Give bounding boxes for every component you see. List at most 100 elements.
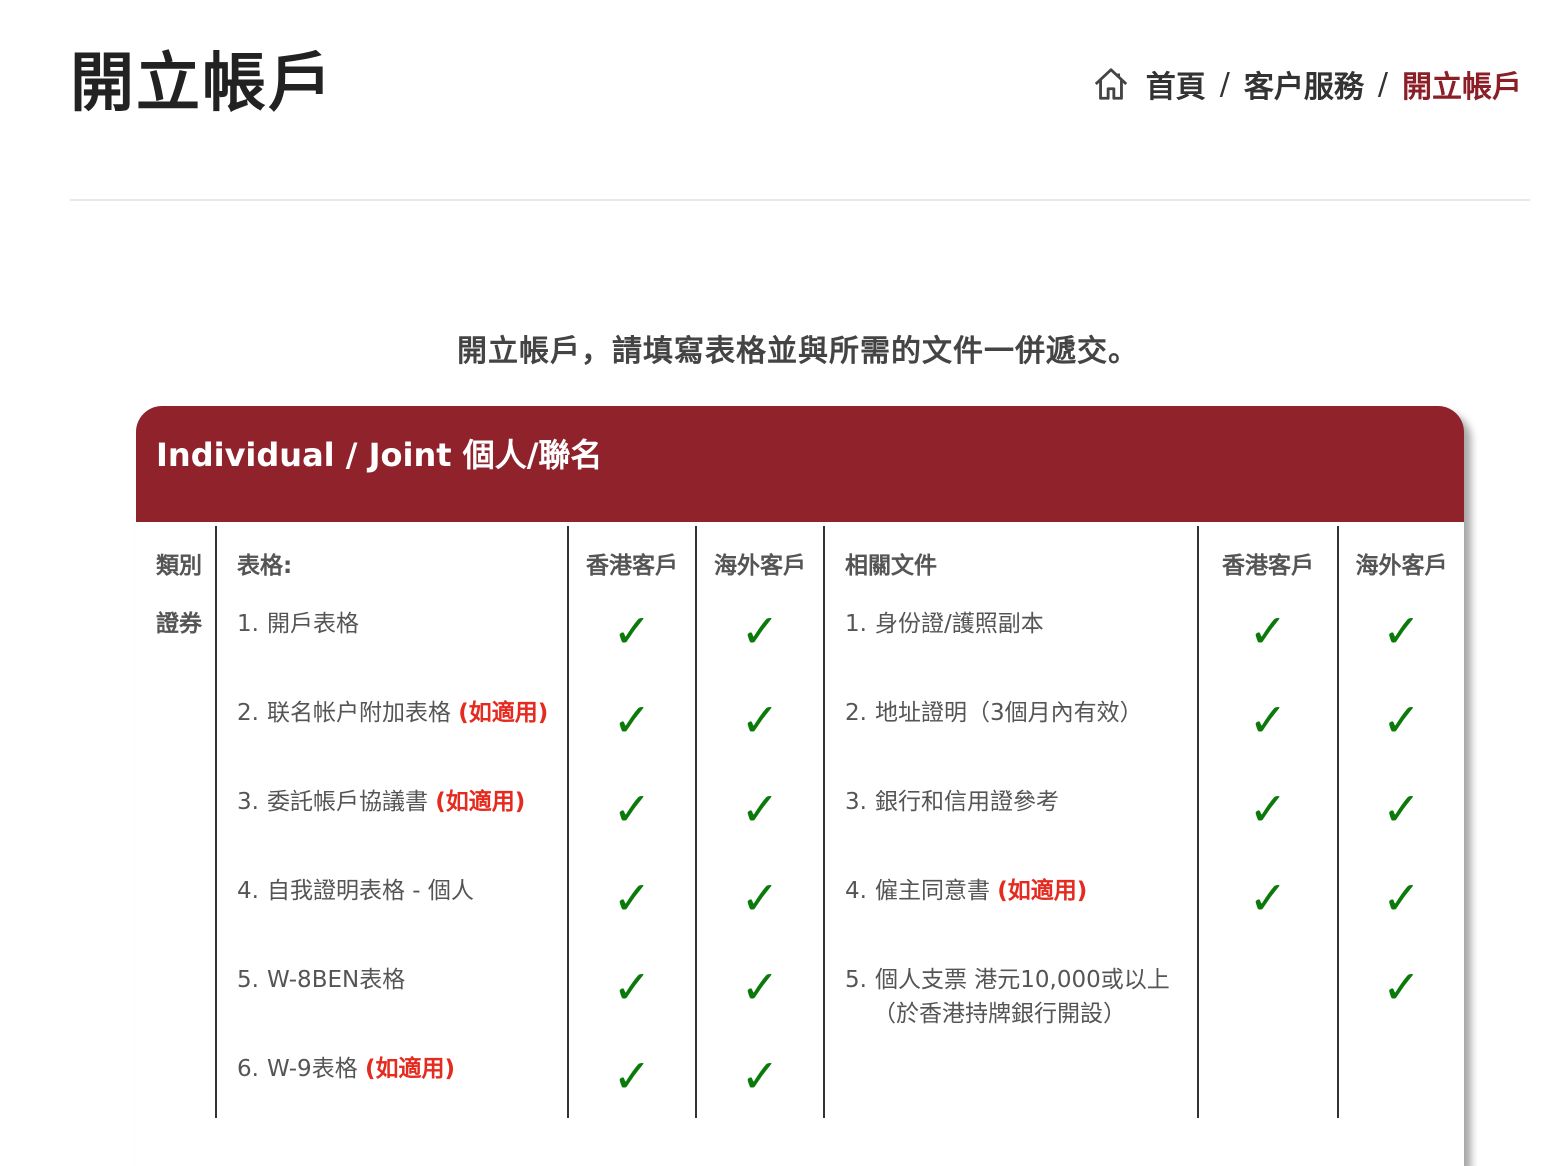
form-name: 委託帳戶協議書 [266, 789, 428, 815]
header-hk-clients-docs: 香港客戶 [1197, 526, 1338, 584]
table-row: 5. W-8BEN表格 ✓ ✓ 5. 個人支票 港元10,000或以上 （於香港持牌… [136, 940, 1464, 1029]
check-icon: ✓ [1248, 604, 1288, 658]
check-icon: ✓ [612, 871, 652, 925]
hk-doc-check-cell [1197, 940, 1338, 1029]
overseas-doc-check-cell: ✓ [1337, 584, 1464, 673]
form-name: 联名帐户附加表格 [266, 700, 451, 726]
header-category: 類別 [156, 553, 202, 579]
form-number: 1. [237, 611, 259, 637]
category-cell: 證券 [156, 611, 202, 637]
form-cell: 4. 自我證明表格 - 個人 [215, 851, 568, 940]
breadcrumb-section-link[interactable]: 客户服務 [1244, 62, 1364, 106]
breadcrumb-separator: / [1219, 66, 1230, 102]
overseas-form-check-cell: ✓ [695, 851, 824, 940]
breadcrumb-home-link[interactable]: 首頁 [1092, 62, 1206, 106]
header-forms: 表格: [215, 526, 568, 584]
header-overseas-clients-docs: 海外客戶 [1337, 526, 1464, 584]
form-number: 3. [237, 789, 259, 815]
overseas-doc-check-cell: ✓ [1337, 851, 1464, 940]
doc-number: 4. [845, 878, 867, 904]
document-cell [823, 1029, 1198, 1118]
header-documents: 相關文件 [823, 526, 1198, 584]
hk-form-check-cell: ✓ [567, 851, 696, 940]
form-number: 4. [237, 878, 259, 904]
check-icon: ✓ [740, 693, 780, 747]
check-icon: ✓ [1382, 871, 1421, 925]
doc-number: 1. [845, 611, 867, 637]
hk-form-check-cell: ✓ [567, 673, 696, 762]
category-cell [136, 673, 216, 762]
header-hk-clients: 香港客戶 [567, 526, 696, 584]
home-icon [1092, 65, 1130, 103]
header-overseas-clients: 海外客戶 [695, 526, 824, 584]
form-name: W-8BEN表格 [266, 967, 406, 993]
check-icon: ✓ [612, 693, 652, 747]
document-cell: 3. 銀行和信用證參考 [823, 762, 1198, 851]
document-cell: 1. 身份證/護照副本 [823, 584, 1198, 673]
doc-name: 身份證/護照副本 [874, 611, 1044, 637]
table-row: 2. 联名帐户附加表格 (如適用) ✓ ✓ 2. 地址證明（3個月內有效） ✓ ✓ [136, 673, 1464, 762]
check-icon: ✓ [1382, 604, 1421, 658]
check-icon: ✓ [740, 782, 780, 836]
breadcrumb: 首頁 / 客户服務 / 開立帳戶 [1092, 62, 1522, 106]
header-divider [70, 199, 1530, 201]
card-header: Individual / Joint 個人/聯名 [136, 406, 1464, 522]
requirements-table: 類別 表格: 香港客戶 海外客戶 相關文件 香港客戶 海外客戶 證券 1. 開戶表… [136, 526, 1464, 1118]
document-cell: 4. 僱主同意書 (如適用) [823, 851, 1198, 940]
doc-number: 2. [845, 700, 867, 726]
document-cell: 2. 地址證明（3個月內有效） [823, 673, 1198, 762]
hk-doc-check-cell: ✓ [1197, 851, 1338, 940]
table-header-row: 類別 表格: 香港客戶 海外客戶 相關文件 香港客戶 海外客戶 [136, 526, 1464, 584]
account-type-card: Individual / Joint 個人/聯名 類別 表格: 香港客戶 海外客… [136, 406, 1464, 1166]
check-icon: ✓ [1382, 693, 1421, 747]
check-icon: ✓ [612, 604, 652, 658]
overseas-form-check-cell: ✓ [695, 762, 824, 851]
category-cell [136, 851, 216, 940]
hk-doc-check-cell: ✓ [1197, 762, 1338, 851]
doc-name: 銀行和信用證參考 [874, 789, 1059, 815]
check-icon: ✓ [740, 960, 780, 1014]
category-cell [136, 762, 216, 851]
applicable-note: (如適用) [997, 878, 1088, 904]
breadcrumb-home-label: 首頁 [1145, 70, 1206, 105]
doc-name: 地址證明（3個月內有效） [874, 700, 1143, 726]
breadcrumb-current: 開立帳戶 [1402, 70, 1522, 105]
check-icon: ✓ [612, 960, 652, 1014]
applicable-note: (如適用) [435, 789, 526, 815]
hk-form-check-cell: ✓ [567, 940, 696, 1029]
check-icon: ✓ [612, 1049, 652, 1103]
intro-text: 開立帳戶，請填寫表格並與所需的文件一併遞交。 [457, 334, 1139, 369]
form-name: W-9表格 [266, 1056, 358, 1082]
check-icon: ✓ [1248, 693, 1288, 747]
check-icon: ✓ [612, 782, 652, 836]
table-row: 4. 自我證明表格 - 個人 ✓ ✓ 4. 僱主同意書 (如適用) ✓ ✓ [136, 851, 1464, 940]
form-cell: 1. 開戶表格 [215, 584, 568, 673]
doc-name: 個人支票 港元10,000或以上 [874, 967, 1170, 993]
overseas-form-check-cell: ✓ [695, 584, 824, 673]
overseas-form-check-cell: ✓ [695, 940, 824, 1029]
check-icon: ✓ [1382, 782, 1421, 836]
overseas-doc-check-cell: ✓ [1337, 673, 1464, 762]
form-number: 6. [237, 1056, 259, 1082]
table-row: 證券 1. 開戶表格 ✓ ✓ 1. 身份證/護照副本 ✓ ✓ [136, 584, 1464, 673]
hk-doc-check-cell: ✓ [1197, 673, 1338, 762]
check-icon: ✓ [740, 604, 780, 658]
form-cell: 6. W-9表格 (如適用) [215, 1029, 568, 1118]
doc-number: 5. [845, 967, 867, 993]
doc-name: 僱主同意書 [874, 878, 990, 904]
form-number: 2. [237, 700, 259, 726]
applicable-note: (如適用) [458, 700, 549, 726]
overseas-doc-check-cell [1337, 1029, 1464, 1118]
overseas-doc-check-cell: ✓ [1337, 762, 1464, 851]
breadcrumb-separator: / [1377, 66, 1388, 102]
hk-form-check-cell: ✓ [567, 762, 696, 851]
hk-doc-check-cell [1197, 1029, 1338, 1118]
check-icon: ✓ [1248, 871, 1288, 925]
applicable-note: (如適用) [365, 1056, 456, 1082]
overseas-doc-check-cell: ✓ [1337, 940, 1464, 1029]
category-cell [136, 1029, 216, 1118]
check-icon: ✓ [740, 871, 780, 925]
doc-subtext: （於香港持牌銀行開設） [873, 1001, 1126, 1027]
hk-form-check-cell: ✓ [567, 584, 696, 673]
hk-form-check-cell: ✓ [567, 1029, 696, 1118]
